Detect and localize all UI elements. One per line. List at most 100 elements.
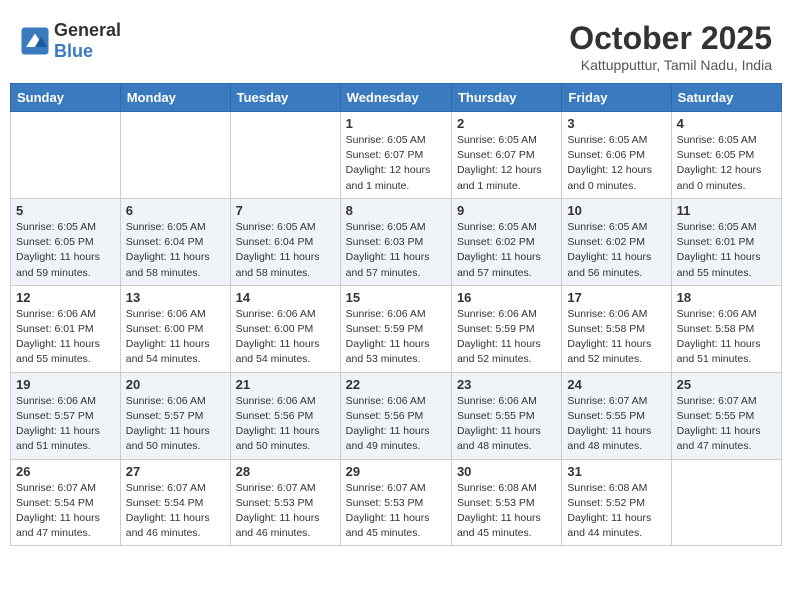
day-number: 23 xyxy=(457,377,556,392)
calendar-cell: 3Sunrise: 6:05 AM Sunset: 6:06 PM Daylig… xyxy=(562,112,671,199)
calendar-cell: 7 Sunrise: 6:05 AM Sunset: 6:04 PM Daylig… xyxy=(230,198,340,285)
day-number: 8 xyxy=(346,203,446,218)
day-number: 2 xyxy=(457,116,556,131)
day-info: Sunrise: 6:06 AM Sunset: 6:00 PM Dayligh… xyxy=(236,307,335,368)
calendar-cell xyxy=(671,459,781,546)
day-info: Sunrise: 6:06 AM Sunset: 5:57 PM Dayligh… xyxy=(126,394,225,455)
day-info: Sunrise: 6:05 AM Sunset: 6:04 PM Dayligh… xyxy=(236,220,335,281)
weekday-header-friday: Friday xyxy=(562,84,671,112)
day-info: Sunrise: 6:07 AM Sunset: 5:55 PM Dayligh… xyxy=(567,394,665,455)
calendar-cell xyxy=(11,112,121,199)
day-number: 10 xyxy=(567,203,665,218)
day-number: 24 xyxy=(567,377,665,392)
location: Kattupputtur, Tamil Nadu, India xyxy=(569,57,772,73)
day-info: Sunrise: 6:05 AM Sunset: 6:04 PM Dayligh… xyxy=(126,220,225,281)
day-number: 19 xyxy=(16,377,115,392)
day-number: 11 xyxy=(677,203,776,218)
calendar-cell: 18Sunrise: 6:06 AM Sunset: 5:58 PM Dayli… xyxy=(671,285,781,372)
day-info: Sunrise: 6:05 AM Sunset: 6:05 PM Dayligh… xyxy=(677,133,776,194)
calendar-cell: 4 Sunrise: 6:05 AM Sunset: 6:05 PM Daylig… xyxy=(671,112,781,199)
calendar-cell: 25Sunrise: 6:07 AM Sunset: 5:55 PM Dayli… xyxy=(671,372,781,459)
weekday-header-wednesday: Wednesday xyxy=(340,84,451,112)
day-number: 5 xyxy=(16,203,115,218)
calendar-cell: 19Sunrise: 6:06 AM Sunset: 5:57 PM Dayli… xyxy=(11,372,121,459)
calendar-cell: 13 Sunrise: 6:06 AM Sunset: 6:00 PM Dayli… xyxy=(120,285,230,372)
title-section: October 2025 Kattupputtur, Tamil Nadu, I… xyxy=(569,20,772,73)
calendar-cell: 22Sunrise: 6:06 AM Sunset: 5:56 PM Dayli… xyxy=(340,372,451,459)
day-number: 17 xyxy=(567,290,665,305)
day-number: 13 xyxy=(126,290,225,305)
calendar-cell xyxy=(120,112,230,199)
day-info: Sunrise: 6:07 AM Sunset: 5:54 PM Dayligh… xyxy=(16,481,115,542)
day-number: 6 xyxy=(126,203,225,218)
page-header: General Blue October 2025 Kattupputtur, … xyxy=(10,10,782,78)
day-info: Sunrise: 6:06 AM Sunset: 5:59 PM Dayligh… xyxy=(457,307,556,368)
day-info: Sunrise: 6:08 AM Sunset: 5:52 PM Dayligh… xyxy=(567,481,665,542)
day-number: 7 xyxy=(236,203,335,218)
day-info: Sunrise: 6:07 AM Sunset: 5:54 PM Dayligh… xyxy=(126,481,225,542)
calendar-cell: 26 Sunrise: 6:07 AM Sunset: 5:54 PM Dayli… xyxy=(11,459,121,546)
day-info: Sunrise: 6:06 AM Sunset: 5:59 PM Dayligh… xyxy=(346,307,446,368)
day-number: 1 xyxy=(346,116,446,131)
day-number: 14 xyxy=(236,290,335,305)
calendar-cell xyxy=(230,112,340,199)
calendar-cell: 28 Sunrise: 6:07 AM Sunset: 5:53 PM Dayli… xyxy=(230,459,340,546)
calendar-cell: 20 Sunrise: 6:06 AM Sunset: 5:57 PM Dayli… xyxy=(120,372,230,459)
day-number: 25 xyxy=(677,377,776,392)
day-info: Sunrise: 6:05 AM Sunset: 6:05 PM Dayligh… xyxy=(16,220,115,281)
calendar-cell: 5 Sunrise: 6:05 AM Sunset: 6:05 PM Daylig… xyxy=(11,198,121,285)
calendar-cell: 24 Sunrise: 6:07 AM Sunset: 5:55 PM Dayli… xyxy=(562,372,671,459)
day-number: 31 xyxy=(567,464,665,479)
calendar-cell: 31 Sunrise: 6:08 AM Sunset: 5:52 PM Dayli… xyxy=(562,459,671,546)
day-info: Sunrise: 6:06 AM Sunset: 5:58 PM Dayligh… xyxy=(567,307,665,368)
day-info: Sunrise: 6:05 AM Sunset: 6:07 PM Dayligh… xyxy=(346,133,446,194)
day-number: 18 xyxy=(677,290,776,305)
calendar-cell: 14 Sunrise: 6:06 AM Sunset: 6:00 PM Dayli… xyxy=(230,285,340,372)
calendar-cell: 2 Sunrise: 6:05 AM Sunset: 6:07 PM Daylig… xyxy=(451,112,561,199)
day-info: Sunrise: 6:06 AM Sunset: 6:01 PM Dayligh… xyxy=(16,307,115,368)
day-info: Sunrise: 6:05 AM Sunset: 6:07 PM Dayligh… xyxy=(457,133,556,194)
day-info: Sunrise: 6:06 AM Sunset: 5:55 PM Dayligh… xyxy=(457,394,556,455)
logo-text: General Blue xyxy=(54,20,121,62)
weekday-header-thursday: Thursday xyxy=(451,84,561,112)
calendar-cell: 10 Sunrise: 6:05 AM Sunset: 6:02 PM Dayli… xyxy=(562,198,671,285)
day-number: 21 xyxy=(236,377,335,392)
day-info: Sunrise: 6:08 AM Sunset: 5:53 PM Dayligh… xyxy=(457,481,556,542)
calendar-cell: 17 Sunrise: 6:06 AM Sunset: 5:58 PM Dayli… xyxy=(562,285,671,372)
day-number: 28 xyxy=(236,464,335,479)
calendar-cell: 11 Sunrise: 6:05 AM Sunset: 6:01 PM Dayli… xyxy=(671,198,781,285)
weekday-header-monday: Monday xyxy=(120,84,230,112)
day-info: Sunrise: 6:05 AM Sunset: 6:03 PM Dayligh… xyxy=(346,220,446,281)
calendar-cell: 8 Sunrise: 6:05 AM Sunset: 6:03 PM Daylig… xyxy=(340,198,451,285)
day-info: Sunrise: 6:07 AM Sunset: 5:53 PM Dayligh… xyxy=(236,481,335,542)
day-number: 15 xyxy=(346,290,446,305)
calendar-cell: 6 Sunrise: 6:05 AM Sunset: 6:04 PM Daylig… xyxy=(120,198,230,285)
calendar-cell: 29Sunrise: 6:07 AM Sunset: 5:53 PM Dayli… xyxy=(340,459,451,546)
calendar-table: SundayMondayTuesdayWednesdayThursdayFrid… xyxy=(10,83,782,546)
day-number: 26 xyxy=(16,464,115,479)
calendar-cell: 23 Sunrise: 6:06 AM Sunset: 5:55 PM Dayli… xyxy=(451,372,561,459)
calendar-cell: 9 Sunrise: 6:05 AM Sunset: 6:02 PM Daylig… xyxy=(451,198,561,285)
day-info: Sunrise: 6:05 AM Sunset: 6:01 PM Dayligh… xyxy=(677,220,776,281)
calendar-cell: 1 Sunrise: 6:05 AM Sunset: 6:07 PM Daylig… xyxy=(340,112,451,199)
month-title: October 2025 xyxy=(569,20,772,57)
day-info: Sunrise: 6:06 AM Sunset: 5:56 PM Dayligh… xyxy=(346,394,446,455)
day-number: 30 xyxy=(457,464,556,479)
calendar-cell: 27 Sunrise: 6:07 AM Sunset: 5:54 PM Dayli… xyxy=(120,459,230,546)
day-number: 29 xyxy=(346,464,446,479)
calendar-cell: 12 Sunrise: 6:06 AM Sunset: 6:01 PM Dayli… xyxy=(11,285,121,372)
logo: General Blue xyxy=(20,20,121,62)
day-number: 9 xyxy=(457,203,556,218)
day-number: 20 xyxy=(126,377,225,392)
day-number: 3 xyxy=(567,116,665,131)
day-number: 12 xyxy=(16,290,115,305)
calendar-cell: 16 Sunrise: 6:06 AM Sunset: 5:59 PM Dayli… xyxy=(451,285,561,372)
day-number: 16 xyxy=(457,290,556,305)
day-info: Sunrise: 6:05 AM Sunset: 6:02 PM Dayligh… xyxy=(567,220,665,281)
calendar-cell: 30 Sunrise: 6:08 AM Sunset: 5:53 PM Dayli… xyxy=(451,459,561,546)
day-number: 27 xyxy=(126,464,225,479)
day-number: 4 xyxy=(677,116,776,131)
day-info: Sunrise: 6:05 AM Sunset: 6:02 PM Dayligh… xyxy=(457,220,556,281)
calendar-cell: 21Sunrise: 6:06 AM Sunset: 5:56 PM Dayli… xyxy=(230,372,340,459)
day-info: Sunrise: 6:06 AM Sunset: 6:00 PM Dayligh… xyxy=(126,307,225,368)
